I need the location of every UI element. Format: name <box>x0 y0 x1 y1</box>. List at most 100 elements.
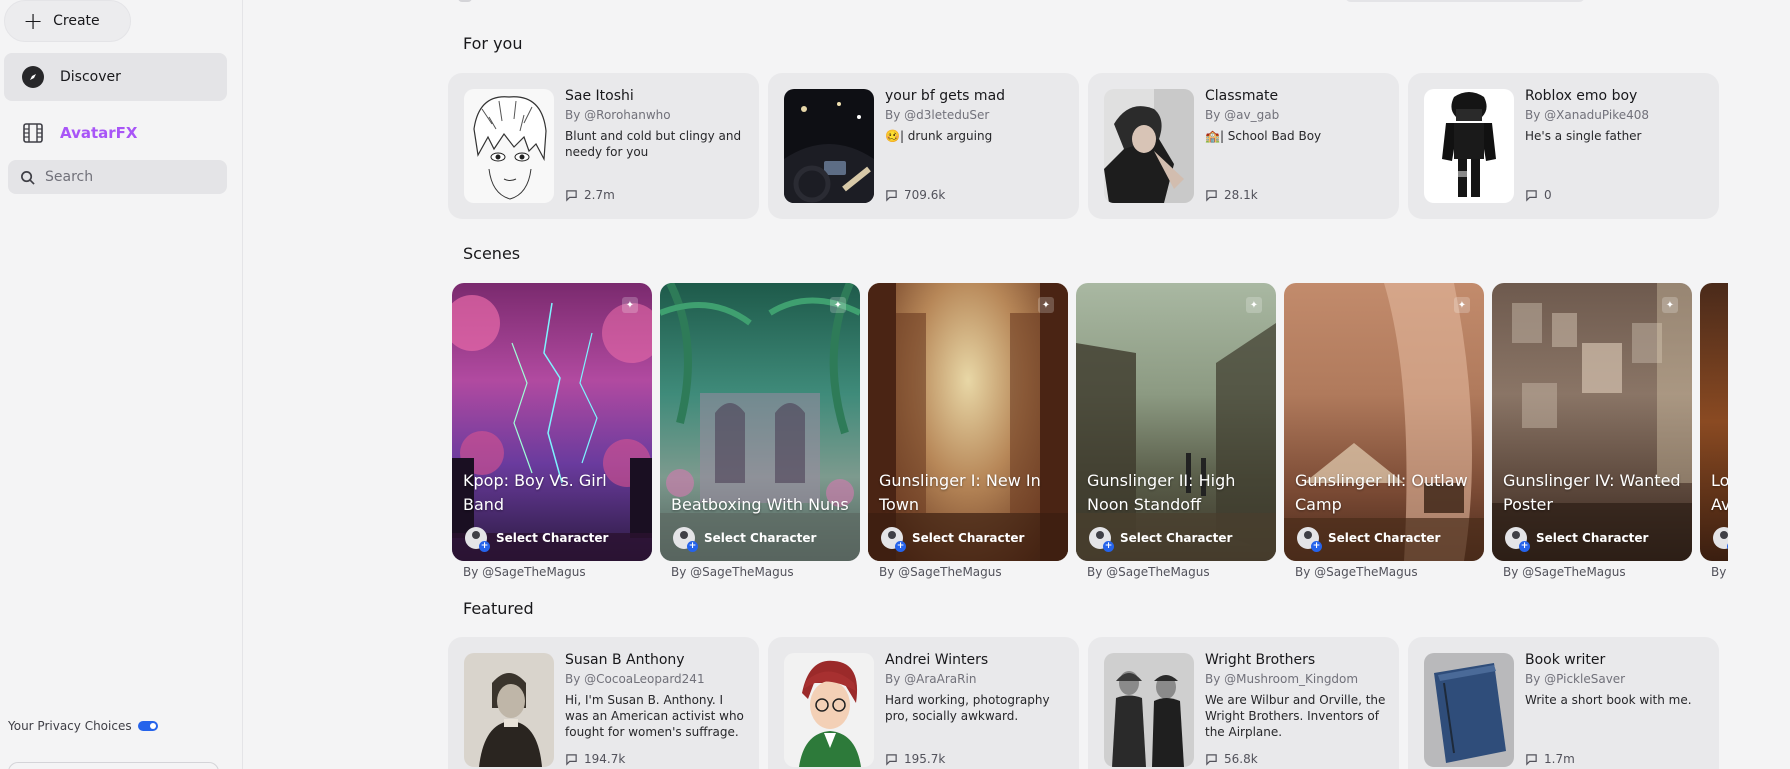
character-avatar <box>784 89 874 203</box>
chat-bubble-icon <box>566 189 577 202</box>
scene-card[interactable]: ✦ Kpop: Boy Vs. Girl Band Select Charact… <box>452 283 652 579</box>
select-character-button[interactable]: Select Character <box>1089 527 1233 552</box>
avatar-add-icon <box>881 527 906 552</box>
character-card[interactable]: Book writer By @PickleSaver Write a shor… <box>1408 637 1719 769</box>
chat-bubble-icon <box>1526 189 1537 202</box>
character-card[interactable]: Susan B Anthony By @CocoaLeopard241 Hi, … <box>448 637 759 769</box>
avatar-add-icon <box>673 527 698 552</box>
chat-count-value: 28.1k <box>1224 188 1258 202</box>
select-character-label: Select Character <box>1120 531 1233 545</box>
character-avatar <box>464 653 554 767</box>
character-avatar <box>464 89 554 203</box>
select-character-button[interactable]: Select Character <box>1297 527 1441 552</box>
section-title-for-you: For you <box>463 34 523 53</box>
scene-image: ✦ Gunslinger III: Outlaw Camp Select Cha… <box>1284 283 1484 561</box>
character-card[interactable]: Classmate By @av_gab 🏫| School Bad Boy 2… <box>1088 73 1399 219</box>
search-icon <box>21 170 35 185</box>
create-label: Create <box>53 13 100 29</box>
nav-discover[interactable]: Discover <box>4 53 227 101</box>
select-character-button[interactable]: Select Character <box>465 527 609 552</box>
select-character-label: Select Character <box>1328 531 1441 545</box>
scene-image: Lo Av <box>1700 283 1728 561</box>
header-search-fragment[interactable] <box>1345 0 1585 2</box>
sparkle-icon[interactable]: ✦ <box>1246 297 1262 313</box>
character-card[interactable]: Sae Itoshi By @Rorohanwho Blunt and cold… <box>448 73 759 219</box>
sparkle-icon[interactable]: ✦ <box>622 297 638 313</box>
character-name: Wright Brothers <box>1205 652 1316 668</box>
sparkle-icon[interactable]: ✦ <box>1038 297 1054 313</box>
chat-count-value: 195.7k <box>904 752 946 766</box>
scene-image: ✦ Gunslinger II: High Noon Standoff Sele… <box>1076 283 1276 561</box>
compass-icon <box>22 66 44 88</box>
chat-count: 194.7k <box>565 752 625 766</box>
create-button[interactable]: + Create <box>4 0 131 42</box>
chat-bubble-icon <box>1206 753 1217 766</box>
character-card[interactable]: your bf gets mad By @d3leteduSer 🥴| drun… <box>768 73 1079 219</box>
scene-card[interactable]: ✦ Beatboxing With Nuns Select Character … <box>660 283 860 579</box>
scenes-carousel[interactable]: ✦ Kpop: Boy Vs. Girl Band Select Charact… <box>452 283 1728 588</box>
chat-count-value: 1.7m <box>1544 752 1575 766</box>
character-name: Andrei Winters <box>885 652 989 668</box>
chat-count-value: 709.6k <box>904 188 946 202</box>
character-card[interactable]: Andrei Winters By @AraAraRin Hard workin… <box>768 637 1079 769</box>
privacy-choices-link[interactable]: Your Privacy Choices <box>8 719 158 733</box>
chat-bubble-icon <box>886 753 897 766</box>
featured-row: Susan B Anthony By @CocoaLeopard241 Hi, … <box>448 637 1719 769</box>
select-character-button[interactable]: Select Character <box>1505 527 1648 552</box>
character-author: By @PickleSaver <box>1525 672 1626 686</box>
chat-bubble-icon <box>1526 753 1537 766</box>
select-character-button[interactable] <box>1713 527 1728 552</box>
chat-count: 28.1k <box>1205 188 1258 202</box>
header-fragment <box>458 0 472 2</box>
character-avatar <box>784 653 874 767</box>
character-card[interactable]: Wright Brothers By @Mushroom_Kingdom We … <box>1088 637 1399 769</box>
select-character-button[interactable]: Select Character <box>881 527 1024 552</box>
section-title-featured: Featured <box>463 599 534 618</box>
nav-discover-label: Discover <box>60 69 121 85</box>
sparkle-icon[interactable]: ✦ <box>1662 297 1678 313</box>
chat-count-value: 56.8k <box>1224 752 1258 766</box>
character-description: We are Wilbur and Orville, the Wright Br… <box>1205 693 1386 739</box>
character-author: By @Rorohanwho <box>565 108 671 122</box>
scene-image: ✦ Gunslinger I: New In Town Select Chara… <box>868 283 1068 561</box>
character-description: Blunt and cold but clingy and needy for … <box>565 129 742 159</box>
scene-title: Gunslinger I: New In Town <box>879 471 1041 514</box>
character-description: Hi, I'm Susan B. Anthony. I was an Ameri… <box>565 693 744 739</box>
character-description: 🥴| drunk arguing <box>885 129 993 143</box>
nav-avatarfx-label: AvatarFX <box>60 124 138 142</box>
scene-card[interactable]: ✦ Gunslinger IV: Wanted Poster Select Ch… <box>1492 283 1692 579</box>
nav-avatarfx[interactable]: AvatarFX <box>4 109 227 157</box>
select-character-label: Select Character <box>496 531 609 545</box>
character-avatar <box>1424 89 1514 203</box>
search-placeholder: Search <box>45 169 94 185</box>
search-input[interactable]: Search <box>8 160 227 194</box>
character-name: Roblox emo boy <box>1525 88 1638 104</box>
scene-author: By @SageTheMagus <box>1087 565 1210 579</box>
film-icon <box>23 123 43 143</box>
avatar-add-icon <box>1297 527 1322 552</box>
chat-bubble-icon <box>886 189 897 202</box>
sidebar-bottom-button[interactable] <box>8 762 219 769</box>
character-author: By @AraAraRin <box>885 672 977 686</box>
select-character-label: Select Character <box>704 531 817 545</box>
chat-bubble-icon <box>1206 189 1217 202</box>
chat-count: 2.7m <box>565 188 615 202</box>
scene-card[interactable]: Lo Av By <box>1700 283 1728 579</box>
scene-author: By @SageTheMagus <box>463 565 586 579</box>
scene-author: By @SageTheMagus <box>1503 565 1626 579</box>
chat-count: 1.7m <box>1525 752 1575 766</box>
character-description: 🏫| School Bad Boy <box>1205 129 1322 143</box>
scene-title: Kpop: Boy Vs. Girl Band <box>463 471 607 514</box>
scene-title: Gunslinger II: High Noon Standoff <box>1087 471 1236 514</box>
select-character-button[interactable]: Select Character <box>673 527 817 552</box>
character-avatar <box>1104 89 1194 203</box>
sparkle-icon[interactable]: ✦ <box>1454 297 1470 313</box>
sparkle-icon[interactable]: ✦ <box>830 297 846 313</box>
scene-card[interactable]: ✦ Gunslinger I: New In Town Select Chara… <box>868 283 1068 579</box>
character-card[interactable]: Roblox emo boy By @XanaduPike408 He's a … <box>1408 73 1719 219</box>
scene-card[interactable]: ✦ Gunslinger III: Outlaw Camp Select Cha… <box>1284 283 1484 579</box>
character-author: By @Mushroom_Kingdom <box>1205 672 1359 686</box>
chat-count-value: 0 <box>1544 188 1552 202</box>
chat-count: 0 <box>1525 188 1552 202</box>
scene-card[interactable]: ✦ Gunslinger II: High Noon Standoff Sele… <box>1076 283 1276 579</box>
